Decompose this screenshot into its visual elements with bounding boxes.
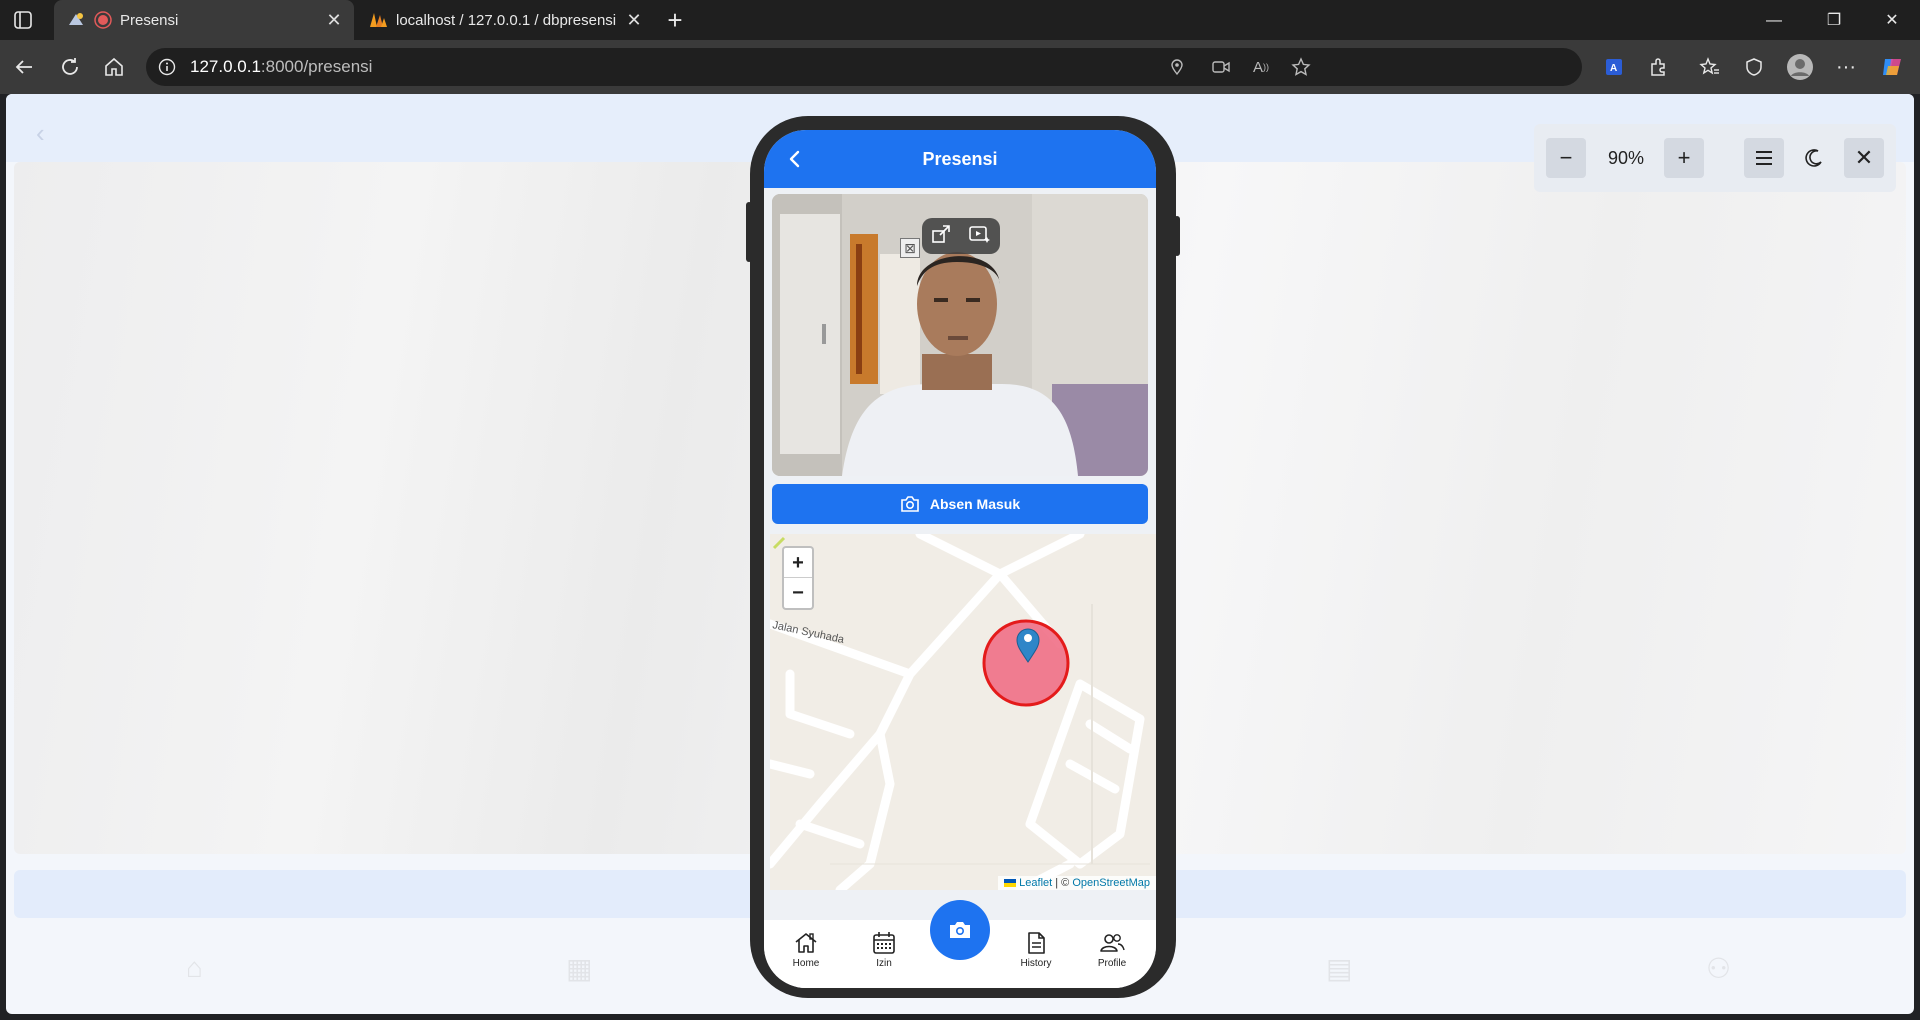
browser-toolbar: 127.0.0.1:8000/presensi A)) A ··· bbox=[0, 40, 1920, 94]
absen-masuk-label: Absen Masuk bbox=[929, 496, 1021, 512]
copilot-icon[interactable] bbox=[1876, 51, 1908, 83]
back-icon[interactable] bbox=[8, 51, 40, 83]
phone-side-button bbox=[1174, 216, 1180, 256]
nav-label-home: Home bbox=[792, 958, 820, 969]
home-icon bbox=[795, 933, 817, 953]
video-effects-icon[interactable] bbox=[968, 223, 992, 250]
camera-icon bbox=[901, 496, 919, 512]
close-emulator-icon[interactable]: ✕ bbox=[1844, 138, 1884, 178]
map-zoom-in-button[interactable]: + bbox=[784, 548, 812, 578]
phpmyadmin-icon bbox=[370, 13, 387, 27]
tab-title: Presensi bbox=[120, 11, 179, 29]
attribution-separator: | © bbox=[1052, 877, 1073, 889]
document-icon bbox=[1028, 932, 1045, 954]
tab-actions-icon[interactable] bbox=[12, 9, 34, 31]
nav-label-history: History bbox=[1020, 958, 1052, 969]
site-info-icon[interactable] bbox=[156, 56, 178, 78]
map-zoom-out-button[interactable]: − bbox=[784, 578, 812, 608]
camera-in-use-icon[interactable] bbox=[1210, 56, 1232, 78]
close-tab-icon[interactable]: ✕ bbox=[624, 10, 644, 30]
calendar-icon bbox=[873, 932, 895, 954]
broken-image-icon: ⊠ bbox=[900, 238, 920, 258]
more-options-icon[interactable]: ··· bbox=[1830, 51, 1862, 83]
app-header: Presensi bbox=[764, 130, 1156, 188]
restore-icon[interactable]: ❐ bbox=[1812, 4, 1856, 38]
nav-item-history[interactable]: History bbox=[1006, 930, 1066, 969]
address-bar[interactable]: 127.0.0.1:8000/presensi A)) bbox=[146, 48, 1582, 86]
background-home-icon: ⌂ bbox=[186, 952, 203, 983]
translate-icon[interactable]: A bbox=[1598, 51, 1630, 83]
close-tab-icon[interactable]: ✕ bbox=[324, 10, 344, 30]
nav-item-izin[interactable]: Izin bbox=[854, 930, 914, 969]
zoom-out-button[interactable]: − bbox=[1546, 138, 1586, 178]
exit-pip-icon[interactable] bbox=[930, 223, 952, 250]
nav-label-profile: Profile bbox=[1097, 958, 1127, 969]
map-zoom-control: + − bbox=[782, 546, 814, 610]
window-close-icon[interactable]: ✕ bbox=[1870, 4, 1914, 38]
background-calendar-icon: ▦ bbox=[566, 953, 593, 984]
zoom-in-button[interactable]: + bbox=[1664, 138, 1704, 178]
tab-bar: Presensi ✕ localhost / 127.0.0.1 / dbpre… bbox=[0, 0, 1920, 40]
background-users-icon: ⚇ bbox=[1706, 953, 1732, 984]
zoom-level: 90% bbox=[1607, 148, 1645, 168]
phone-frame: Presensi ⊠ Absen Masuk Jalan Syuhada + −… bbox=[746, 116, 1180, 998]
leaflet-link[interactable]: Leaflet bbox=[1019, 877, 1052, 889]
background-document-icon: ▤ bbox=[1326, 953, 1353, 984]
tab-title: localhost / 127.0.0.1 / dbpresensi bbox=[396, 11, 617, 29]
favorites-icon[interactable] bbox=[1694, 51, 1726, 83]
phone-side-button bbox=[746, 202, 752, 262]
recording-icon bbox=[94, 11, 112, 29]
location-icon[interactable] bbox=[1166, 56, 1188, 78]
refresh-icon[interactable] bbox=[54, 51, 86, 83]
openstreetmap-link[interactable]: OpenStreetMap bbox=[1072, 877, 1150, 889]
video-overlay-controls bbox=[922, 218, 1000, 254]
phone-screen: Presensi ⊠ Absen Masuk Jalan Syuhada + −… bbox=[764, 130, 1156, 988]
tab-presensi[interactable]: Presensi ✕ bbox=[54, 0, 354, 40]
map-tiles: Jalan Syuhada bbox=[770, 534, 1150, 890]
minimize-icon[interactable]: — bbox=[1752, 4, 1796, 38]
page-viewport: ‹ ⌂ ▦ ▤ ⚇ − 90% + ✕ Presensi ⊠ Absen Mas… bbox=[6, 94, 1914, 1014]
ukraine-flag-icon bbox=[1004, 879, 1017, 888]
background-back-icon: ‹ bbox=[36, 118, 45, 148]
browser-essentials-icon[interactable] bbox=[1738, 51, 1770, 83]
extensions-icon[interactable] bbox=[1642, 51, 1674, 83]
dark-mode-icon[interactable] bbox=[1794, 138, 1834, 178]
svg-text:A: A bbox=[1610, 63, 1617, 74]
favicon-icon bbox=[69, 13, 83, 25]
emulator-toolbar: − 90% + ✕ bbox=[1534, 124, 1896, 192]
menu-icon[interactable] bbox=[1744, 138, 1784, 178]
url-text: 127.0.0.1:8000/presensi bbox=[190, 57, 373, 76]
new-tab-icon[interactable]: + bbox=[662, 7, 688, 34]
nav-item-home[interactable]: Home bbox=[776, 930, 836, 969]
location-map[interactable]: Jalan Syuhada + − Leaflet | © OpenStreet bbox=[770, 534, 1156, 890]
favorite-star-icon[interactable] bbox=[1290, 56, 1312, 78]
users-icon bbox=[1100, 934, 1125, 952]
camera-icon bbox=[950, 922, 970, 938]
home-browser-icon[interactable] bbox=[98, 51, 130, 83]
map-attribution: Leaflet | © OpenStreetMap bbox=[998, 876, 1156, 890]
nav-label-izin: Izin bbox=[876, 958, 892, 969]
page-title: Presensi bbox=[922, 148, 998, 169]
nav-item-profile[interactable]: Profile bbox=[1082, 930, 1142, 969]
bottom-navigation: Home Izin History Profile bbox=[764, 900, 1156, 988]
nav-camera-button[interactable] bbox=[930, 900, 990, 960]
tab-phpmyadmin[interactable]: localhost / 127.0.0.1 / dbpresensi ✕ bbox=[356, 0, 654, 40]
absen-masuk-button[interactable]: Absen Masuk bbox=[772, 484, 1148, 524]
back-arrow-icon[interactable] bbox=[784, 148, 806, 170]
profile-avatar-icon[interactable] bbox=[1784, 51, 1816, 83]
read-aloud-icon[interactable]: A)) bbox=[1250, 56, 1272, 78]
camera-preview: ⊠ bbox=[772, 194, 1148, 476]
